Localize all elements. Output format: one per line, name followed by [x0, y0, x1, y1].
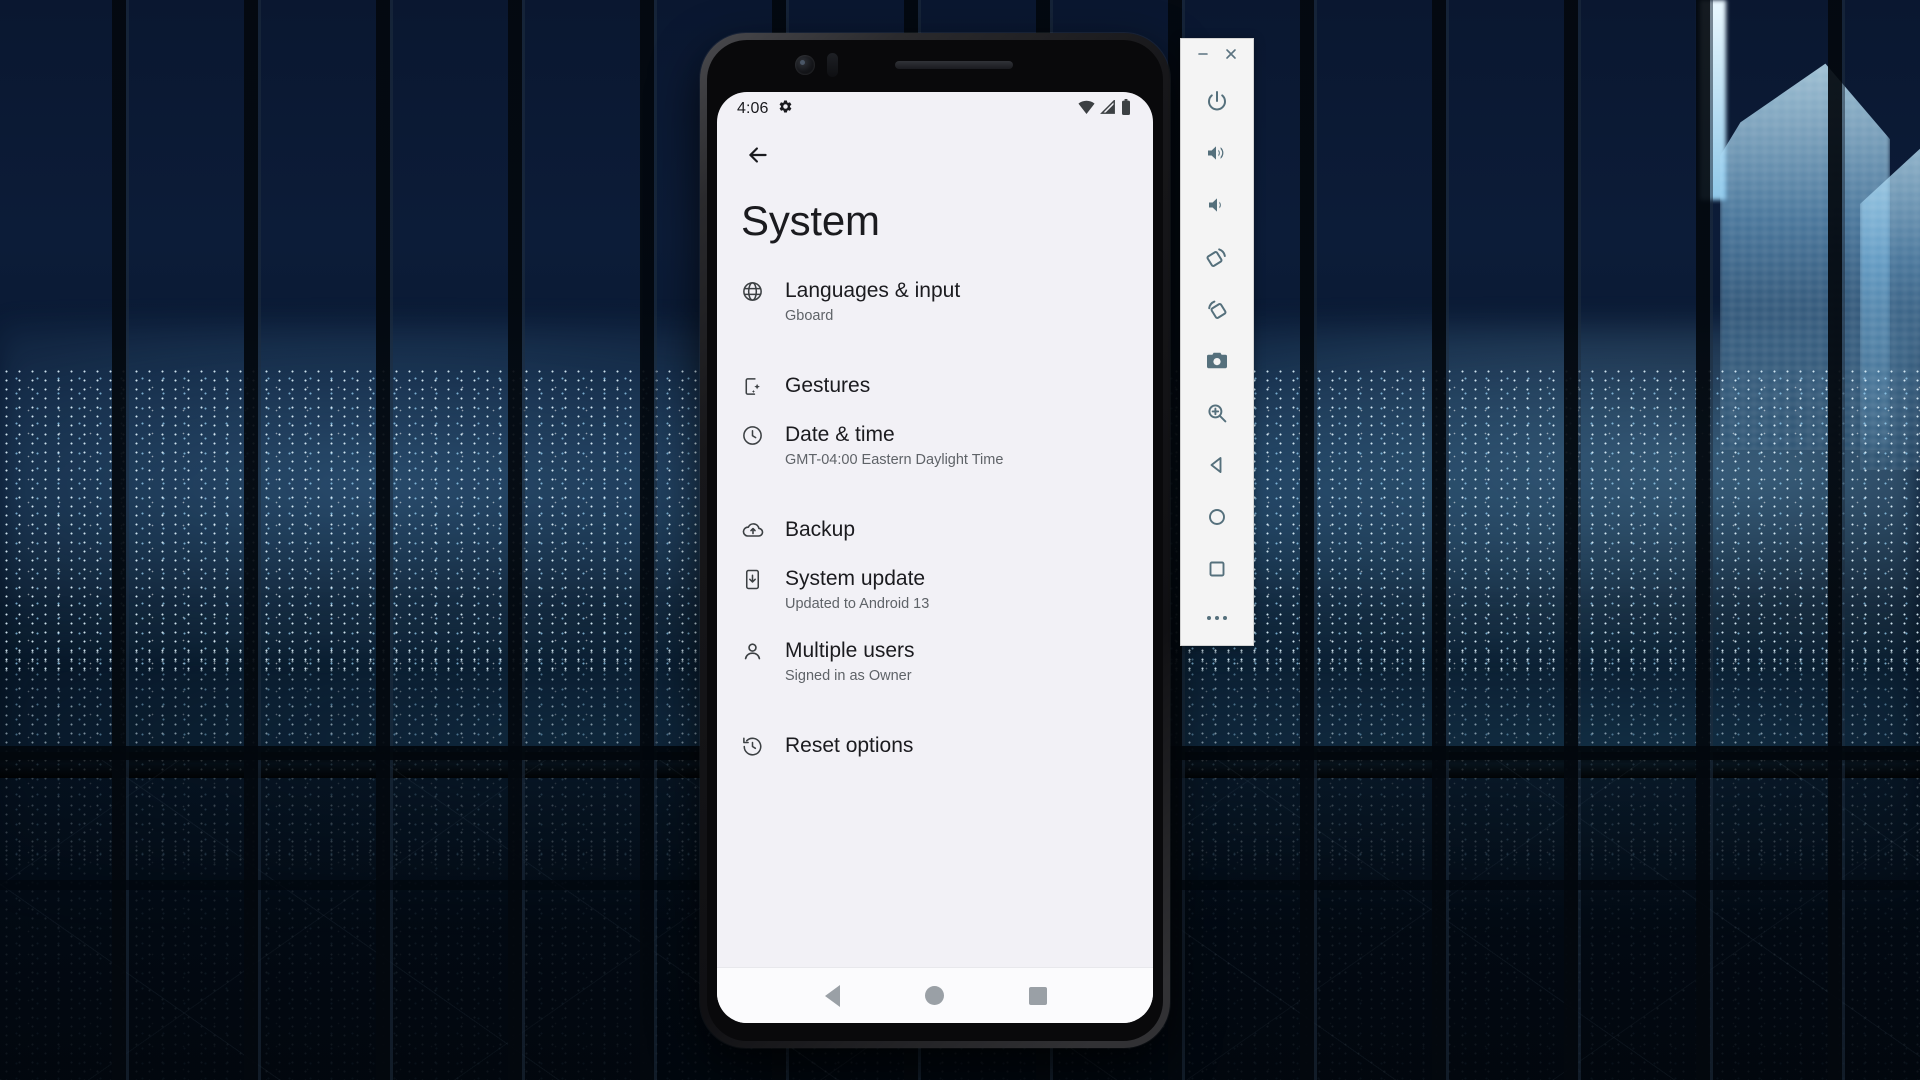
gestures-icon [741, 375, 785, 398]
settings-row-subtitle: Signed in as Owner [785, 668, 912, 685]
settings-row-title: Gestures [785, 374, 871, 398]
rotate-left-button[interactable] [1181, 231, 1253, 283]
settings-gear-icon [778, 99, 793, 119]
settings-row-text: Languages & input Gboard [785, 278, 1129, 326]
settings-row-multiple-users[interactable]: Multiple users Signed in as Owner [717, 638, 1153, 710]
emulator-toolbar [1180, 38, 1254, 646]
settings-row-title: Backup [785, 518, 856, 542]
settings-row-text: System update Updated to Android 13 [785, 566, 1129, 614]
settings-row-title: Reset options [785, 734, 914, 758]
device-body: 4:06 System Languages & input Gboard Ges… [707, 40, 1163, 1041]
back-arrow-icon[interactable] [741, 138, 775, 172]
status-bar-left: 4:06 [737, 99, 793, 119]
settings-row-text: Reset options [785, 733, 1129, 759]
settings-row-title: Multiple users [785, 639, 915, 663]
settings-row-text: Date & time GMT-04:00 Eastern Daylight T… [785, 422, 1129, 470]
status-bar: 4:06 [717, 92, 1153, 126]
history-icon [741, 735, 785, 758]
battery-icon [1121, 98, 1131, 120]
settings-row-reset-options[interactable]: Reset options [717, 710, 1153, 782]
antenna-spire [1700, 0, 1726, 200]
settings-list: Languages & input Gboard Gestures Date &… [717, 278, 1153, 967]
back-button[interactable] [1181, 439, 1253, 491]
close-icon[interactable] [1220, 43, 1242, 65]
cloud-upload-icon [741, 518, 785, 542]
settings-row-text: Multiple users Signed in as Owner [785, 638, 1129, 686]
settings-row-system-update[interactable]: System update Updated to Android 13 [717, 566, 1153, 638]
page-title: System [741, 197, 880, 244]
navigation-bar [717, 967, 1153, 1023]
person-icon [741, 638, 785, 663]
device-top-bezel [707, 40, 1163, 92]
settings-row-title: Date & time [785, 423, 895, 447]
status-clock: 4:06 [737, 100, 769, 117]
settings-row-subtitle: Gboard [785, 308, 834, 325]
minimize-icon[interactable] [1192, 43, 1214, 65]
more-button[interactable] [1181, 595, 1253, 641]
status-bar-right [1078, 98, 1131, 120]
emulator-button-column [1181, 69, 1253, 645]
settings-row-text: Backup [785, 517, 1129, 543]
nav-recents-icon[interactable] [1018, 976, 1058, 1016]
settings-row-subtitle: Updated to Android 13 [785, 596, 930, 613]
clock-icon [741, 422, 785, 447]
skyscraper-right-a [1720, 63, 1890, 450]
skyscraper-right-b [1860, 143, 1920, 470]
home-button[interactable] [1181, 491, 1253, 543]
device-screen: 4:06 System Languages & input Gboard Ges… [717, 92, 1153, 1023]
settings-row-title: Languages & input [785, 279, 961, 303]
power-button[interactable] [1181, 75, 1253, 127]
settings-row-subtitle: GMT-04:00 Eastern Daylight Time [785, 452, 1004, 469]
nav-back-icon[interactable] [812, 976, 852, 1016]
settings-row-gestures[interactable]: Gestures [717, 350, 1153, 422]
settings-row-languages-input[interactable]: Languages & input Gboard [717, 278, 1153, 350]
zoom-button[interactable] [1181, 387, 1253, 439]
volume-up-button[interactable] [1181, 127, 1253, 179]
settings-row-backup[interactable]: Backup [717, 494, 1153, 566]
rotate-right-button[interactable] [1181, 283, 1253, 335]
proximity-sensor-icon [827, 53, 838, 77]
overview-button[interactable] [1181, 543, 1253, 595]
emulator-window-controls [1181, 39, 1253, 69]
system-update-icon [741, 566, 785, 591]
front-camera-icon [795, 55, 815, 75]
app-bar [717, 126, 1153, 184]
settings-row-date-time[interactable]: Date & time GMT-04:00 Eastern Daylight T… [717, 422, 1153, 494]
wifi-icon [1078, 100, 1095, 119]
settings-row-title: System update [785, 567, 926, 591]
earpiece-speaker [895, 61, 1013, 69]
cellular-signal-icon [1100, 98, 1116, 119]
window-grid-texture [1720, 63, 1890, 450]
nav-home-icon[interactable] [915, 976, 955, 1016]
globe-icon [741, 278, 785, 303]
volume-down-button[interactable] [1181, 179, 1253, 231]
window-grid-texture [1860, 143, 1920, 470]
android-emulator-device: 4:06 System Languages & input Gboard Ges… [700, 33, 1170, 1048]
settings-row-text: Gestures [785, 373, 1129, 399]
screenshot-button[interactable] [1181, 335, 1253, 387]
